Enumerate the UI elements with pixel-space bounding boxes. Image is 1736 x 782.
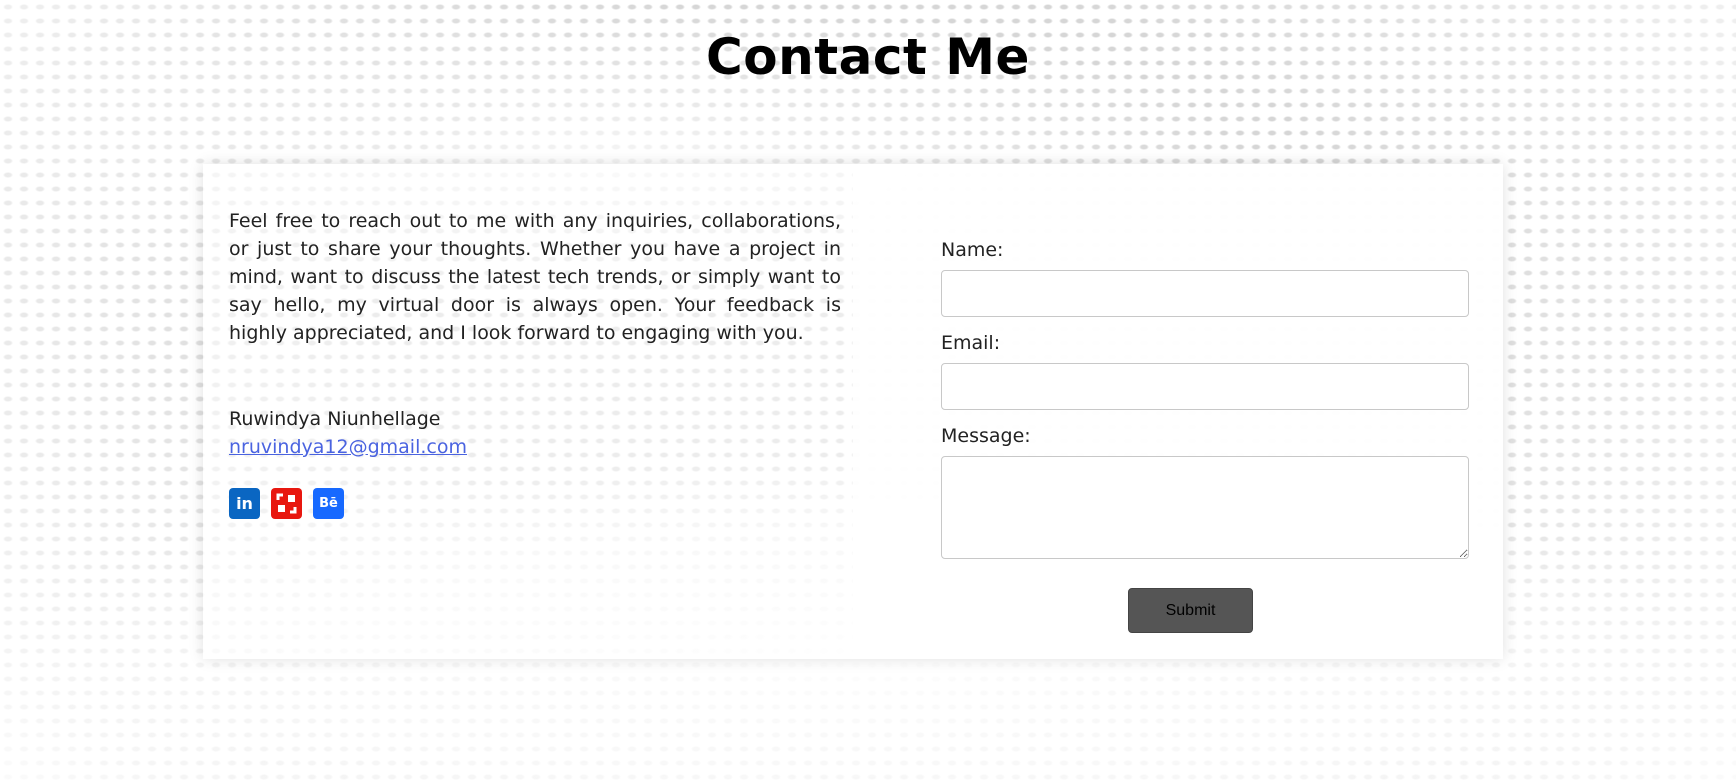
author-name: Ruwindya Niunhellage (229, 408, 441, 430)
behance-icon[interactable]: Bē (313, 488, 344, 519)
message-field[interactable] (941, 456, 1469, 559)
email-field[interactable] (941, 363, 1469, 410)
behance-glyph: Bē (319, 496, 338, 511)
contact-card: Feel free to reach out to me with any in… (203, 164, 1503, 659)
message-label: Message: (941, 425, 1031, 447)
linkedin-glyph: in (236, 494, 253, 513)
speakerdeck-icon[interactable] (271, 488, 302, 519)
name-field[interactable] (941, 270, 1469, 317)
contact-form: Name: Email: Message: (941, 238, 1469, 559)
page-title: Contact Me (706, 28, 1030, 86)
social-links: in Bē (229, 488, 344, 519)
email-link[interactable]: nruvindya12@gmail.com (229, 433, 467, 461)
intro-paragraph: Feel free to reach out to me with any in… (229, 210, 841, 344)
speakerdeck-glyph (276, 493, 297, 514)
email-label: Email: (941, 332, 1001, 354)
linkedin-icon[interactable]: in (229, 488, 260, 519)
name-label: Name: (941, 239, 1004, 261)
submit-button[interactable]: Submit (1128, 588, 1253, 633)
